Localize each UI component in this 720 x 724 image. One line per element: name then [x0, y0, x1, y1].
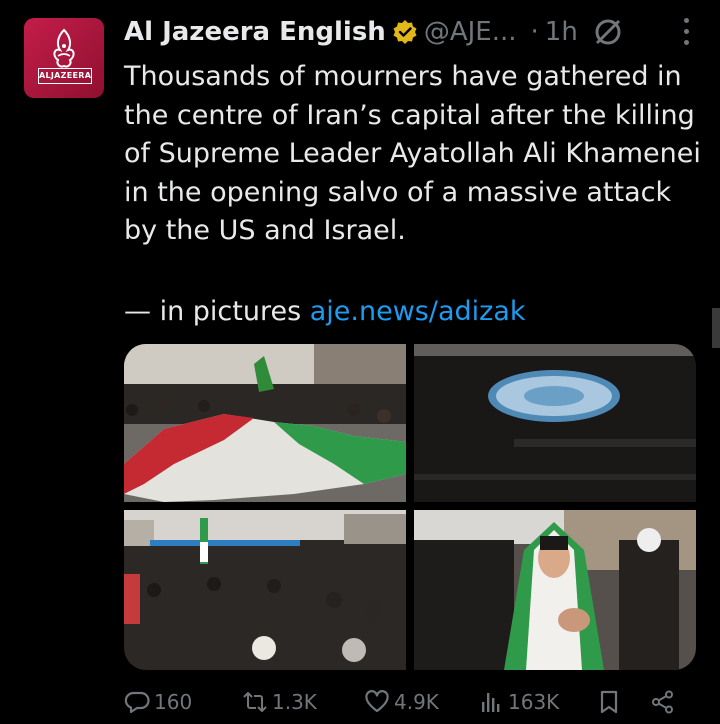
like-button[interactable]: 4.9K: [364, 686, 439, 718]
views-button[interactable]: 163K: [478, 686, 559, 718]
photo-mourner-woman[interactable]: [414, 510, 696, 670]
repost-icon: [243, 692, 267, 712]
avatar-brand-text: ALJAZEERA: [38, 68, 92, 84]
author-name[interactable]: Al Jazeera English: [124, 17, 386, 47]
post-time[interactable]: 1h: [545, 17, 578, 47]
avatar[interactable]: ALJAZEERA: [24, 18, 104, 98]
pictures-line: — in pictures aje.news/adizak: [124, 296, 526, 327]
views-count: 163K: [508, 690, 560, 714]
views-icon: [482, 693, 500, 712]
post-text: Thousands of mourners have gathered in t…: [124, 61, 701, 246]
reply-count: 160: [154, 690, 193, 714]
post-header: Al Jazeera English @AJE... · 1h: [124, 14, 700, 50]
media-grid: [124, 344, 696, 670]
photo-aerial-crowd[interactable]: [414, 344, 696, 502]
share-icon: [652, 690, 673, 714]
scrollbar-thumb[interactable]: [712, 308, 720, 348]
no-sign-icon[interactable]: [592, 16, 624, 48]
author-handle[interactable]: @AJE...: [424, 17, 517, 47]
post-link[interactable]: aje.news/adizak: [310, 296, 526, 327]
reply-icon: [124, 691, 150, 714]
pictures-prefix: — in pictures: [124, 296, 302, 327]
share-button[interactable]: [650, 686, 680, 718]
al-jazeera-logo-icon: [53, 28, 75, 68]
repost-count: 1.3K: [272, 690, 317, 714]
repost-button[interactable]: 1.3K: [242, 686, 317, 718]
heart-icon: [365, 690, 389, 713]
like-count: 4.9K: [394, 690, 439, 714]
verified-badge-icon[interactable]: [392, 19, 418, 45]
bookmark-icon: [600, 690, 618, 714]
action-bar: 160 1.3K 4.9K 163K: [124, 686, 704, 718]
separator-dot: ·: [530, 17, 539, 47]
reply-button[interactable]: 160: [124, 686, 192, 718]
more-icon[interactable]: [682, 18, 690, 48]
photo-flag-mourners[interactable]: [124, 344, 406, 502]
photo-street-flags[interactable]: [124, 510, 406, 670]
bookmark-button[interactable]: [596, 686, 626, 718]
